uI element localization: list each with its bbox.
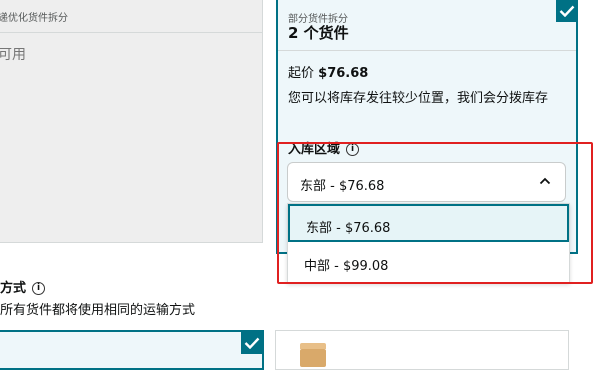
option-description: 您可以将库存发往较少位置，我们会分拨库存 bbox=[288, 91, 549, 106]
shipping-method-heading: 方式 i bbox=[0, 277, 46, 296]
checkmark-icon bbox=[241, 332, 263, 354]
option-status: 可用 bbox=[0, 47, 26, 63]
option-subtitle: 递优化货件拆分 bbox=[0, 13, 68, 24]
price-prefix: 起价 bbox=[288, 66, 315, 81]
highlight-box bbox=[277, 142, 593, 284]
option-title: 2 个货件 bbox=[288, 24, 349, 42]
info-icon[interactable]: i bbox=[32, 282, 46, 295]
shipping-method-title: 方式 bbox=[0, 281, 27, 296]
starting-price: 起价 $76.68 bbox=[288, 62, 368, 81]
shipping-method-description: 所有货件都将使用相同的运输方式 bbox=[0, 303, 196, 318]
divider bbox=[0, 32, 262, 33]
checkmark-icon bbox=[556, 0, 578, 22]
divider bbox=[278, 50, 576, 51]
shipping-method-card[interactable] bbox=[275, 330, 569, 370]
shipment-option-card-left: 递优化货件拆分 可用 bbox=[0, 0, 263, 243]
price-value: $76.68 bbox=[318, 66, 369, 81]
shipping-method-card-selected[interactable] bbox=[0, 330, 264, 370]
package-icon bbox=[300, 343, 326, 367]
